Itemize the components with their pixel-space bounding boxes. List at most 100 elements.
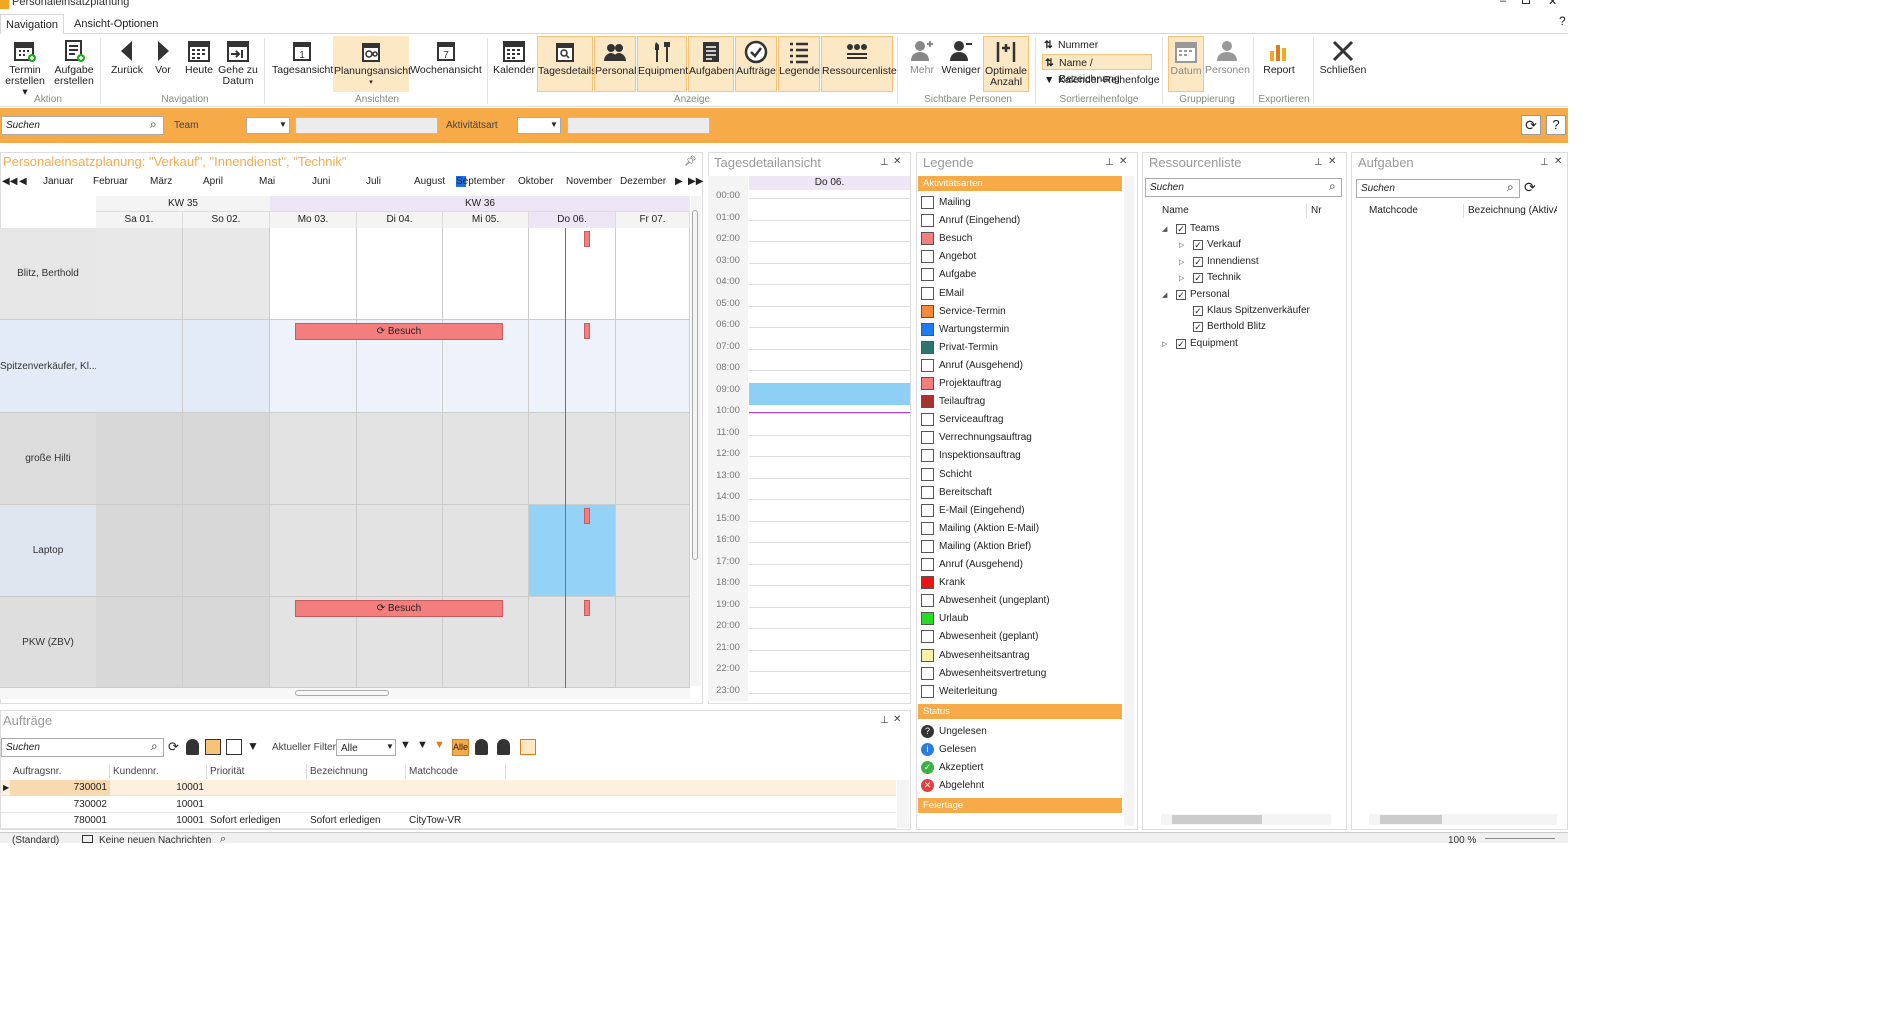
grid-cell[interactable] — [183, 597, 270, 688]
grid-cell[interactable] — [529, 228, 616, 320]
event-marker[interactable] — [584, 508, 590, 524]
month-mai[interactable]: Mai — [259, 176, 275, 187]
gehe-zu-datum-button[interactable]: Gehe zu Datum — [218, 36, 258, 92]
grid-cell[interactable] — [529, 505, 616, 597]
tree-item[interactable]: ◢ ✓ Teams — [1162, 221, 1312, 236]
day-event[interactable] — [749, 383, 910, 405]
export-icon[interactable] — [520, 739, 536, 755]
col-kundennr[interactable]: Kundennr. — [110, 764, 207, 779]
col-prioritaet[interactable]: Priorität — [207, 764, 307, 779]
resource-row-label[interactable]: PKW (ZBV) — [0, 597, 96, 688]
col-name[interactable]: Name — [1159, 204, 1307, 218]
legend-scrollbar[interactable] — [1124, 176, 1134, 826]
tree-item[interactable]: ▷ ✓ Equipment — [1162, 336, 1312, 351]
prev-icon[interactable]: ◀ — [19, 176, 27, 187]
grid-cell[interactable] — [183, 228, 270, 320]
grid-cell[interactable] — [357, 413, 443, 505]
checkbox[interactable]: ✓ — [1193, 306, 1203, 316]
search-input[interactable]: Suchen — [1, 116, 164, 135]
pin-icon[interactable]: ⊥ — [1314, 157, 1323, 168]
expand-icon[interactable]: ▷ — [1179, 255, 1193, 270]
tagesansicht-button[interactable]: 1 Tagesansicht — [272, 36, 333, 92]
tasks-search-input[interactable]: Suchen — [1356, 179, 1520, 198]
close-icon[interactable]: ✕ — [893, 156, 901, 167]
close-icon[interactable]: ✕ — [1119, 156, 1127, 167]
first-icon[interactable]: ◀◀ — [2, 176, 17, 187]
filter-person-icon[interactable]: ▼ — [247, 739, 263, 755]
month-dezember[interactable]: Dezember — [620, 176, 666, 187]
wochenansicht-button[interactable]: 7 Wochenansicht — [410, 36, 482, 92]
aufgabe-erstellen-button[interactable]: Aufgabe erstellen — [51, 36, 97, 92]
tagesdetails-button[interactable]: Tagesdetails — [537, 36, 596, 92]
month-august[interactable]: August — [414, 176, 445, 187]
grid-cell[interactable] — [616, 228, 690, 320]
grid-cell[interactable] — [183, 413, 270, 505]
zurueck-button[interactable]: Zurück — [108, 36, 146, 92]
sort-name-bezeichnung[interactable]: ⇅ Name / Bezeichnung — [1042, 54, 1152, 85]
alle-button[interactable]: Alle — [452, 739, 469, 756]
maximize-icon[interactable] — [1522, 0, 1530, 4]
checkbox[interactable]: ✓ — [1176, 224, 1186, 234]
pin-icon[interactable]: 📌︎ — [684, 156, 697, 167]
grid-cell[interactable] — [443, 413, 529, 505]
refresh-icon[interactable]: ⟳ — [1524, 179, 1536, 196]
expand-icon[interactable]: ◢ — [1162, 222, 1176, 237]
event-besuch[interactable]: ⟳ Besuch — [295, 323, 503, 340]
person-filter-icon[interactable] — [475, 739, 488, 755]
refresh-icon[interactable]: ⟳ — [168, 739, 184, 755]
close-icon[interactable]: ✕ — [893, 714, 901, 725]
checkbox[interactable]: ✓ — [1176, 338, 1186, 349]
event-marker[interactable] — [584, 323, 590, 339]
grid-cell[interactable] — [616, 505, 690, 597]
col-matchcode[interactable]: Matchcode — [406, 764, 506, 779]
heute-button[interactable]: Heute — [182, 36, 216, 92]
mehr-button[interactable]: Mehr — [904, 36, 940, 92]
sort-kalender-reihenfolge[interactable]: ▼ Kalender-Reihenfolge — [1042, 72, 1162, 88]
col-bezeichnung[interactable]: Bezeichnung (AktivA... — [1465, 204, 1557, 218]
month-oktober[interactable]: Oktober — [518, 176, 554, 187]
grid-cell[interactable] — [183, 505, 270, 597]
month-september[interactable]: September — [456, 176, 505, 187]
tree-item[interactable]: ▷ ✓ Technik — [1179, 270, 1312, 285]
close-window-icon[interactable]: ✕ — [1548, 0, 1557, 8]
grid-cell[interactable] — [529, 597, 616, 688]
grid-cell[interactable] — [529, 413, 616, 505]
resource-row-label[interactable]: Laptop — [0, 505, 96, 597]
pin-icon[interactable]: ⊥ — [1105, 157, 1114, 168]
grid-cell[interactable] — [357, 228, 443, 320]
equipment-button[interactable]: Equipment — [637, 36, 688, 92]
vor-button[interactable]: Vor — [148, 36, 178, 92]
datum-group-button[interactable]: Datum — [1168, 36, 1204, 92]
report-button[interactable]: Report — [1260, 36, 1298, 92]
grid-cell[interactable] — [270, 505, 357, 597]
refresh-icon[interactable]: ⟳ — [1521, 115, 1541, 135]
grid-cell[interactable] — [443, 505, 529, 597]
grid-cell[interactable] — [96, 505, 183, 597]
person-icon[interactable] — [186, 739, 199, 755]
tree-item[interactable]: ▷ ✓ Innendienst — [1179, 254, 1312, 269]
month-juli[interactable]: Juli — [366, 176, 381, 187]
pin-icon[interactable]: ⊥ — [880, 157, 889, 168]
auftraege-button[interactable]: Aufträge — [735, 36, 777, 92]
tab-navigation[interactable]: Navigation — [0, 14, 64, 34]
legende-button[interactable]: Legende — [778, 36, 820, 92]
grid-cell[interactable] — [616, 413, 690, 505]
tree-item[interactable]: ✓ Klaus Spitzenverkäufer — [1179, 303, 1312, 318]
month-november[interactable]: November — [566, 176, 612, 187]
person-question-icon[interactable] — [497, 739, 510, 755]
checkbox[interactable]: ✓ — [1193, 240, 1203, 251]
grid-cell[interactable] — [616, 597, 690, 688]
planungsansicht-button[interactable]: Planungsansicht ▾ — [333, 36, 411, 92]
grid-cell[interactable] — [270, 413, 357, 505]
expand-icon[interactable]: ▷ — [1179, 238, 1193, 253]
expand-icon[interactable]: ▷ — [1162, 337, 1176, 352]
month-januar[interactable]: Januar — [43, 176, 74, 187]
pin-icon[interactable]: ⊥ — [1540, 157, 1549, 168]
resource-row-label[interactable]: Spitzenverkäufer, Kl... — [0, 320, 96, 413]
tasks-hscroll-thumb[interactable] — [1380, 815, 1442, 824]
resource-hscroll-thumb[interactable] — [1172, 815, 1262, 824]
month-maerz[interactable]: März — [150, 176, 172, 187]
termin-erstellen-button[interactable]: Termin erstellen ▾ — [2, 36, 48, 98]
calendar-person-icon[interactable] — [226, 739, 242, 755]
checkbox[interactable]: ✓ — [1193, 273, 1203, 284]
